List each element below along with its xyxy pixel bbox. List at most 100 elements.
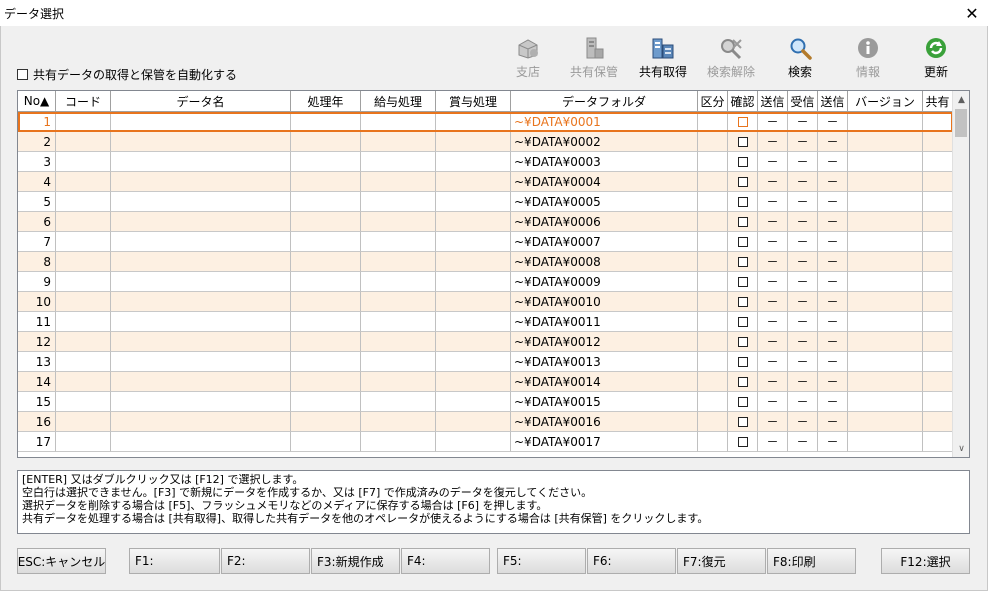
esc-cancel-button[interactable]: ESC:キャンセル [17, 548, 106, 574]
autosave-checkbox[interactable]: 共有データの取得と保管を自動化する [17, 66, 237, 83]
table-row[interactable]: 12 ~¥DATA¥0012 －－－ [18, 332, 953, 352]
confirm-checkbox[interactable] [737, 316, 748, 327]
table-row[interactable]: 8 ~¥DATA¥0008 －－－ [18, 252, 953, 272]
table-row[interactable]: 5 ~¥DATA¥0005 －－－ [18, 192, 953, 212]
toolbar-label-info: 情報 [855, 65, 880, 79]
cell-year [291, 332, 361, 352]
cell-confirm [728, 432, 758, 452]
confirm-checkbox[interactable] [737, 196, 748, 207]
f7-restore-button[interactable]: F7:復元 [677, 548, 766, 574]
info-button[interactable]: 情報 [836, 36, 900, 84]
table-row[interactable]: 6 ~¥DATA¥0006 －－－ [18, 212, 953, 232]
confirm-checkbox[interactable] [737, 216, 748, 227]
cell-send1: － [758, 332, 788, 352]
f6-button[interactable]: F6: [587, 548, 676, 574]
cell-send2: － [818, 352, 848, 372]
col-header-confirm[interactable]: 確認 [728, 91, 758, 111]
branch-button[interactable]: 支店 [496, 36, 560, 84]
scroll-up-arrow[interactable]: ▲ [953, 91, 969, 108]
table-row[interactable]: 2 ~¥DATA¥0002 －－－ [18, 132, 953, 152]
cell-year [291, 252, 361, 272]
cell-send2: － [818, 332, 848, 352]
col-header-folder[interactable]: データフォルダ [511, 91, 698, 111]
col-header-shared[interactable]: 共有 [923, 91, 953, 111]
table-row[interactable]: 9 ~¥DATA¥0009 －－－ [18, 272, 953, 292]
cell-name [111, 252, 291, 272]
toolbar-label-search-clear: 検索解除 [706, 65, 755, 79]
refresh-button[interactable]: 更新 [904, 36, 968, 84]
confirm-checkbox[interactable] [737, 136, 748, 147]
cell-code [56, 352, 111, 372]
confirm-checkbox[interactable] [737, 236, 748, 247]
table-row[interactable]: 17 ~¥DATA¥0017 －－－ [18, 432, 953, 452]
cell-kubun [698, 212, 728, 232]
table-row[interactable]: 11 ~¥DATA¥0011 －－－ [18, 312, 953, 332]
shared-get-button[interactable]: 共有取得 [631, 36, 695, 84]
confirm-checkbox[interactable] [737, 296, 748, 307]
confirm-checkbox[interactable] [737, 356, 748, 367]
table-row[interactable]: 14 ~¥DATA¥0014 －－－ [18, 372, 953, 392]
col-header-kubun[interactable]: 区分 [698, 91, 728, 111]
data-table[interactable]: No▲ コード データ名 処理年 給与処理 賞与処理 データフォルダ 区分 確認… [17, 90, 970, 458]
search-clear-button[interactable]: 検索解除 [699, 36, 763, 84]
confirm-checkbox[interactable] [737, 396, 748, 407]
cell-bonus [436, 312, 511, 332]
f2-button[interactable]: F2: [221, 548, 310, 574]
f5-button[interactable]: F5: [497, 548, 586, 574]
f12-select-button[interactable]: F12:選択 [881, 548, 970, 574]
col-header-name[interactable]: データ名 [111, 91, 291, 111]
table-row[interactable]: 15 ~¥DATA¥0015 －－－ [18, 392, 953, 412]
cell-name [111, 392, 291, 412]
col-header-salary[interactable]: 給与処理 [361, 91, 436, 111]
confirm-checkbox[interactable] [737, 156, 748, 167]
confirm-checkbox[interactable] [737, 436, 748, 447]
cell-code [56, 372, 111, 392]
confirm-checkbox[interactable] [737, 276, 748, 287]
search-icon [790, 38, 812, 60]
confirm-checkbox[interactable] [737, 176, 748, 187]
f3-new-button[interactable]: F3:新規作成 [311, 548, 400, 574]
cell-bonus [436, 172, 511, 192]
scroll-down-arrow[interactable]: ∨ [953, 440, 969, 457]
table-row[interactable]: 13 ~¥DATA¥0013 －－－ [18, 352, 953, 372]
cell-confirm [728, 372, 758, 392]
col-header-code[interactable]: コード [56, 91, 111, 111]
cell-recv: － [788, 332, 818, 352]
col-header-send[interactable]: 送信 [758, 91, 788, 111]
cell-send1: － [758, 212, 788, 232]
autosave-checkbox-box[interactable] [17, 69, 28, 80]
col-header-no[interactable]: No▲ [18, 91, 56, 111]
table-row[interactable]: 16 ~¥DATA¥0016 －－－ [18, 412, 953, 432]
col-header-bonus[interactable]: 賞与処理 [436, 91, 511, 111]
table-row[interactable]: 4 ~¥DATA¥0004 －－－ [18, 172, 953, 192]
cell-year [291, 272, 361, 292]
toolbar-label-refresh: 更新 [923, 65, 948, 79]
confirm-checkbox[interactable] [737, 376, 748, 387]
table-row[interactable]: 10 ~¥DATA¥0010 －－－ [18, 292, 953, 312]
vertical-scrollbar[interactable]: ▲ ∨ [952, 91, 969, 457]
table-row[interactable]: 7 ~¥DATA¥0007 －－－ [18, 232, 953, 252]
table-row[interactable]: 3 ~¥DATA¥0003 －－－ [18, 152, 953, 172]
close-button[interactable]: ✕ [956, 0, 988, 26]
f8-print-button[interactable]: F8:印刷 [767, 548, 856, 574]
confirm-checkbox[interactable] [737, 336, 748, 347]
cell-version [848, 192, 923, 212]
col-header-send-2[interactable]: 送信 [818, 91, 848, 111]
table-row[interactable]: 1 ~¥DATA¥0001 －－－ [18, 112, 953, 132]
confirm-checkbox[interactable] [737, 416, 748, 427]
col-header-year[interactable]: 処理年 [291, 91, 361, 111]
confirm-checkbox[interactable] [737, 116, 748, 127]
search-button[interactable]: 検索 [768, 36, 832, 84]
function-key-bar: ESC:キャンセル F1: F2: F3:新規作成 F4: F5: F6: F7… [17, 548, 970, 574]
shared-store-button[interactable]: 共有保管 [562, 36, 626, 84]
scroll-thumb[interactable] [955, 109, 967, 137]
f4-button[interactable]: F4: [401, 548, 490, 574]
confirm-checkbox[interactable] [737, 256, 748, 267]
toolbar: 支店 共有保管 共有取得 検索解除 検索 情報 更新 [500, 36, 970, 84]
f1-button[interactable]: F1: [129, 548, 220, 574]
cell-folder: ~¥DATA¥0009 [511, 272, 698, 292]
cell-shared [923, 292, 953, 312]
col-header-receive[interactable]: 受信 [788, 91, 818, 111]
cell-kubun [698, 392, 728, 412]
col-header-version[interactable]: バージョン [848, 91, 923, 111]
